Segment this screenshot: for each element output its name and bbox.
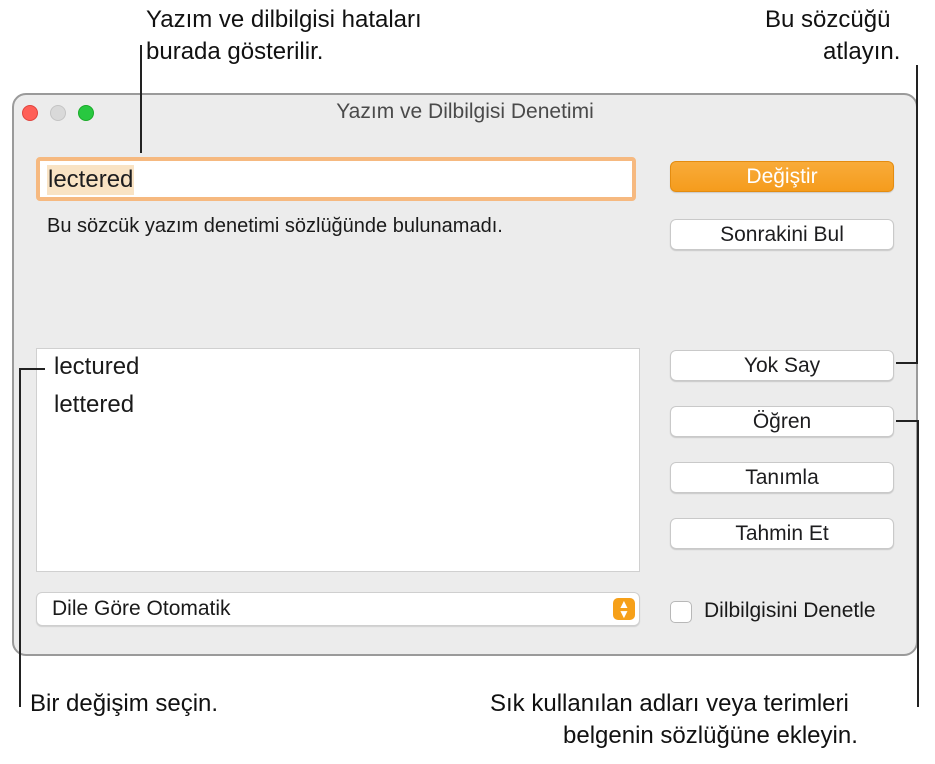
- callout-line-ignore-horizontal: [896, 362, 918, 364]
- guess-button[interactable]: Tahmin Et: [670, 518, 894, 549]
- grammar-checkbox-label[interactable]: Dilbilgisini Denetle: [704, 599, 876, 623]
- suggestions-list[interactable]: lectured lettered: [36, 348, 640, 572]
- callout-choose-change: Bir değişim seçin.: [30, 690, 219, 717]
- language-select-value: Dile Göre Otomatik: [52, 597, 231, 620]
- callout-errors-line1: Yazım ve dilbilgisi hataları: [146, 6, 422, 33]
- define-button[interactable]: Tanımla: [670, 462, 894, 493]
- spelling-grammar-window: Yazım ve Dilbilgisi Denetimi lectered Bu…: [12, 93, 918, 656]
- callout-learn-line1: Sık kullanılan adları veya terimleri: [490, 690, 849, 717]
- callout-learn-line2: belgenin sözlüğüne ekleyin.: [563, 722, 858, 749]
- misspelled-word-field[interactable]: lectered: [36, 157, 636, 201]
- window-title: Yazım ve Dilbilgisi Denetimi: [336, 100, 594, 123]
- find-next-button[interactable]: Sonrakini Bul: [670, 219, 894, 250]
- list-item[interactable]: lectured: [54, 352, 139, 382]
- language-select[interactable]: Dile Göre Otomatik ▲ ▼: [36, 592, 640, 626]
- learn-button[interactable]: Öğren: [670, 406, 894, 437]
- callout-ignore-line2: atlayın.: [823, 38, 901, 65]
- status-message: Bu sözcük yazım denetimi sözlüğünde bulu…: [47, 215, 503, 237]
- list-item[interactable]: lettered: [54, 390, 134, 420]
- callout-ignore-line1: Bu sözcüğü: [765, 6, 891, 33]
- callout-line-learn-vertical: [917, 420, 919, 707]
- callout-line-choose-vertical: [19, 368, 21, 707]
- ignore-button[interactable]: Yok Say: [670, 350, 894, 381]
- title-bar[interactable]: Yazım ve Dilbilgisi Denetimi: [14, 95, 916, 133]
- change-button[interactable]: Değiştir: [670, 161, 894, 192]
- callout-errors-line2: burada gösterilir.: [146, 38, 324, 65]
- callout-line-ignore-vertical: [916, 65, 918, 363]
- misspelled-word: lectered: [47, 165, 135, 195]
- callout-line-errors: [140, 45, 142, 153]
- callout-line-learn-horizontal: [896, 420, 918, 422]
- grammar-checkbox[interactable]: [670, 601, 692, 623]
- callout-line-choose-horizontal: [19, 368, 45, 370]
- chevron-updown-icon: ▲ ▼: [613, 598, 635, 620]
